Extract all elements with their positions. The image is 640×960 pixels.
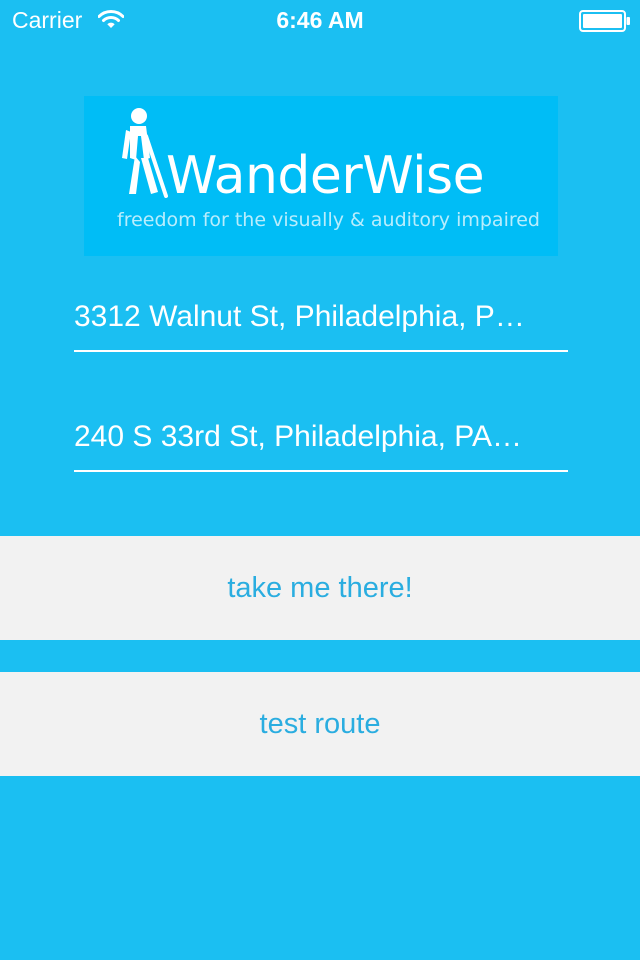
test-route-button[interactable]: test route [0, 672, 640, 776]
app-tagline: freedom for the visually & auditory impa… [117, 209, 540, 231]
destination-address-value: 240 S 33rd St, Philadelphia, PA… [74, 420, 523, 453]
origin-address-value: 3312 Walnut St, Philadelphia, P… [74, 300, 525, 333]
origin-address-field[interactable]: 3312 Walnut St, Philadelphia, P… [74, 294, 568, 352]
take-me-there-button[interactable]: take me there! [0, 536, 640, 640]
walking-person-icon [122, 108, 168, 198]
app-name: WanderWise [166, 146, 485, 206]
status-bar: Carrier 6:46 AM [0, 0, 640, 40]
battery-icon [579, 10, 630, 32]
status-time: 6:46 AM [276, 7, 364, 33]
destination-address-field[interactable]: 240 S 33rd St, Philadelphia, PA… [74, 414, 568, 472]
app-logo: WanderWise freedom for the visually & au… [84, 96, 558, 256]
